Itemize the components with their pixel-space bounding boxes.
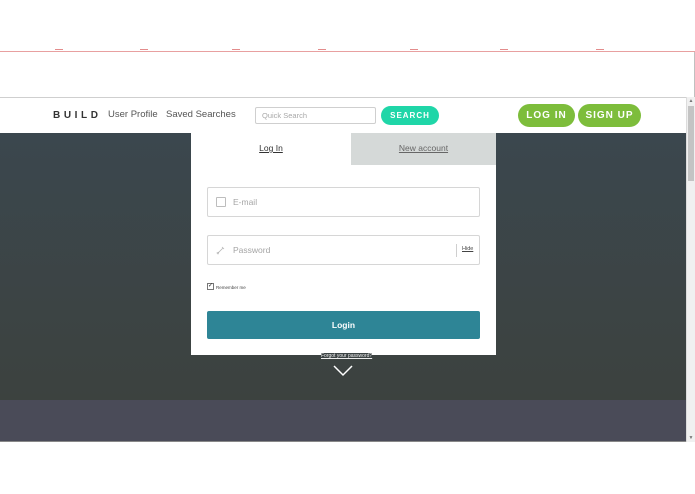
scrollbar-thumb[interactable]	[688, 106, 694, 181]
field-divider	[456, 244, 457, 257]
key-icon	[216, 246, 225, 255]
ruler-tick	[55, 49, 63, 52]
login-card: Log In New account E-mail Password Hide …	[191, 133, 496, 355]
ruler-tick	[410, 49, 418, 52]
tab-new-account[interactable]: New account	[351, 133, 496, 165]
header-signup-button[interactable]: SIGN UP	[578, 104, 641, 127]
ruler-tick	[596, 49, 604, 52]
ruler-tick	[140, 49, 148, 52]
brand-logo[interactable]: BUILD	[53, 110, 102, 121]
nav-user-profile[interactable]: User Profile	[108, 109, 158, 120]
chevron-down-icon[interactable]	[333, 365, 353, 377]
quick-search-input[interactable]	[255, 107, 376, 124]
nav-saved-searches[interactable]: Saved Searches	[166, 109, 236, 120]
site-header: BUILD User Profile Saved Searches SEARCH…	[0, 97, 686, 133]
password-placeholder: Password	[233, 245, 271, 255]
tab-log-in[interactable]: Log In	[191, 133, 351, 165]
password-field[interactable]: Password Hide	[207, 235, 480, 265]
login-submit-button[interactable]: Login	[207, 311, 480, 339]
ruler-line	[0, 51, 695, 52]
vertical-scrollbar[interactable]: ▲ ▼	[686, 97, 695, 442]
email-field[interactable]: E-mail	[207, 187, 480, 217]
search-button[interactable]: SEARCH	[381, 106, 439, 125]
ruler-tick	[232, 49, 240, 52]
ruler-tick	[500, 49, 508, 52]
forgot-password-link[interactable]: Forgot your password?	[321, 353, 373, 359]
ruler-tick	[318, 49, 326, 52]
top-strip	[0, 0, 695, 97]
remember-me-label: Remember me	[216, 285, 246, 290]
scroll-down-arrow-icon[interactable]: ▼	[687, 435, 695, 441]
header-login-button[interactable]: LOG IN	[518, 104, 575, 127]
remember-me-checkbox[interactable]: ✓	[207, 283, 214, 290]
checkbox-square-icon	[216, 197, 226, 207]
scroll-up-arrow-icon[interactable]: ▲	[687, 98, 695, 104]
password-visibility-toggle[interactable]: Hide	[462, 246, 473, 252]
footer-band	[0, 400, 686, 441]
email-placeholder: E-mail	[233, 197, 258, 207]
viewport-bottom-edge	[0, 441, 695, 442]
